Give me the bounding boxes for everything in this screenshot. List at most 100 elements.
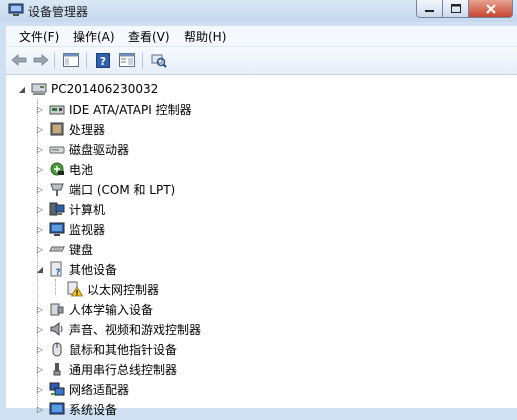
tree-item-keyboards[interactable]: ▷ 键盘 (36, 239, 93, 259)
tree-item-other-devices[interactable]: ◢ ? 其他设备 (36, 259, 117, 279)
expand-arrow-icon[interactable]: ▷ (36, 105, 44, 114)
tree-item-label: 网络适配器 (69, 382, 130, 397)
close-icon (485, 3, 496, 14)
scan-hardware-icon (151, 54, 167, 68)
ide-controller-icon (49, 101, 65, 117)
tree-item-label: 人体学输入设备 (69, 302, 154, 317)
expand-arrow-icon[interactable]: ▷ (36, 205, 44, 214)
properties-button[interactable] (118, 52, 136, 68)
expand-arrow-icon[interactable]: ▷ (36, 305, 44, 314)
tree-item-label: 计算机 (69, 202, 106, 217)
tree-item-label: 端口 (COM 和 LPT) (69, 182, 176, 197)
tree-item-sound[interactable]: ▷ 声音、视频和游戏控制器 (36, 319, 201, 339)
tree-root-label: PC201406230032 (51, 82, 159, 96)
tree-item-hid[interactable]: ▷ 人体学输入设备 (36, 299, 153, 319)
tree-item-network-adapters[interactable]: ▷ 网络适配器 (36, 379, 129, 399)
tree-item-label: 声音、视频和游戏控制器 (69, 322, 202, 337)
properties-icon (119, 53, 135, 67)
tree-item-ethernet-controller[interactable]: 以太网控制器 (67, 279, 159, 299)
tree-item-label: 其他设备 (69, 262, 118, 277)
mouse-icon (49, 341, 65, 357)
back-arrow-icon (11, 54, 27, 66)
expand-arrow-icon[interactable]: ▷ (36, 385, 44, 394)
menu-file[interactable]: 文件(F) (16, 28, 62, 45)
collapse-arrow-icon[interactable]: ◢ (36, 265, 44, 274)
toolbar-separator (54, 52, 55, 69)
tree-item-label: 处理器 (69, 122, 106, 137)
show-hide-tree-button[interactable] (62, 52, 80, 68)
help-button[interactable]: ? (94, 52, 112, 68)
tree-item-label: 系统设备 (69, 402, 118, 417)
title-bar: 设备管理器 (0, 0, 517, 22)
pc-icon (31, 81, 47, 97)
tree-item-monitors[interactable]: ▷ 监视器 (36, 219, 105, 239)
forward-button[interactable] (32, 52, 50, 68)
tree-guide-line (55, 279, 56, 295)
toolbar-separator (86, 52, 87, 69)
menu-help[interactable]: 帮助(H) (181, 28, 229, 45)
expand-arrow-icon[interactable]: ▷ (36, 125, 44, 134)
toolbar: ? (6, 47, 517, 75)
battery-icon (49, 161, 65, 177)
usb-icon (49, 361, 65, 377)
tree-item-label: 监视器 (69, 222, 106, 237)
device-tree: ◢ PC201406230032 ▷ IDE ATA/ATAPI 控制器 ▷ 处… (6, 75, 517, 417)
tree-item-label: 以太网控制器 (87, 282, 160, 297)
tree-item-label: 通用串行总线控制器 (69, 362, 178, 377)
tree-item-system-devices[interactable]: ▷ 系统设备 (36, 399, 117, 419)
scan-hardware-button[interactable] (150, 52, 168, 68)
keyboard-icon (49, 241, 65, 257)
other-devices-icon: ? (49, 261, 65, 278)
tree-item-label: IDE ATA/ATAPI 控制器 (69, 102, 192, 117)
processor-icon (49, 121, 65, 137)
menu-action[interactable]: 操作(A) (70, 28, 118, 45)
close-button[interactable] (469, 0, 513, 18)
window-title: 设备管理器 (28, 5, 89, 19)
network-adapter-icon (49, 381, 65, 397)
tree-item-ports[interactable]: ▷ 端口 (COM 和 LPT) (36, 179, 175, 199)
forward-arrow-icon (33, 54, 49, 66)
disk-drive-icon (49, 141, 65, 157)
device-manager-icon (8, 3, 24, 16)
monitor-icon (49, 221, 65, 237)
tree-item-batteries[interactable]: ▷ 电池 (36, 159, 93, 179)
sound-icon (49, 321, 65, 337)
minimize-button[interactable] (416, 0, 443, 18)
tree-item-usb[interactable]: ▷ 通用串行总线控制器 (36, 359, 177, 379)
hid-icon (49, 301, 65, 317)
svg-text:?: ? (100, 55, 106, 68)
expand-arrow-icon[interactable]: ▷ (36, 325, 44, 334)
maximize-button[interactable] (443, 0, 469, 18)
expand-arrow-icon[interactable]: ▷ (36, 165, 44, 174)
tree-item-ide-controller[interactable]: ▷ IDE ATA/ATAPI 控制器 (36, 99, 192, 119)
menu-view[interactable]: 查看(V) (125, 28, 173, 45)
console-tree-icon (63, 53, 79, 67)
tree-item-label: 键盘 (69, 242, 94, 257)
back-button[interactable] (10, 52, 28, 68)
tree-item-computer[interactable]: ▷ 计算机 (36, 199, 105, 219)
tree-item-mice[interactable]: ▷ 鼠标和其他指针设备 (36, 339, 177, 359)
expand-arrow-icon[interactable]: ▷ (36, 365, 44, 374)
menu-bar: 文件(F) 操作(A) 查看(V) 帮助(H) (6, 26, 517, 47)
svg-text:?: ? (55, 268, 60, 277)
collapse-arrow-icon[interactable]: ◢ (18, 85, 26, 94)
expand-arrow-icon[interactable]: ▷ (36, 145, 44, 154)
expand-arrow-icon[interactable]: ▷ (36, 405, 44, 414)
help-icon: ? (96, 52, 110, 68)
port-icon (49, 181, 65, 197)
tree-root[interactable]: ◢ PC201406230032 (18, 79, 158, 99)
minimize-icon (425, 10, 434, 12)
expand-arrow-icon[interactable]: ▷ (36, 345, 44, 354)
toolbar-separator (142, 52, 143, 69)
maximize-icon (450, 4, 461, 13)
tree-item-disk-drives[interactable]: ▷ 磁盘驱动器 (36, 139, 129, 159)
tree-item-label: 磁盘驱动器 (69, 142, 130, 157)
computer-icon (49, 201, 65, 217)
expand-arrow-icon[interactable]: ▷ (36, 185, 44, 194)
expand-arrow-icon[interactable]: ▷ (36, 225, 44, 234)
expand-arrow-icon[interactable]: ▷ (36, 245, 44, 254)
tree-item-label: 鼠标和其他指针设备 (69, 342, 178, 357)
tree-item-label: 电池 (69, 162, 94, 177)
tree-item-processor[interactable]: ▷ 处理器 (36, 119, 105, 139)
warning-device-icon (67, 281, 84, 297)
